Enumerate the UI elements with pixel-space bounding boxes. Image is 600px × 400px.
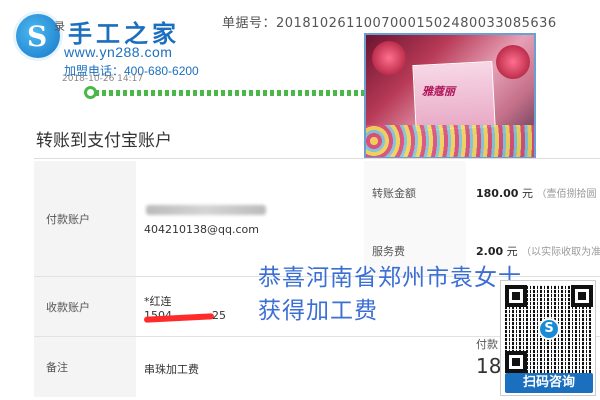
nav-crumb[interactable]: 录 <box>54 18 65 34</box>
rose-decoration <box>372 41 406 75</box>
progress-track <box>88 90 378 96</box>
brand-url: www.yn288.com <box>64 44 173 60</box>
remark-value: 串珠加工费 <box>144 363 199 376</box>
remark-label: 备注 <box>34 337 136 397</box>
beads-decoration <box>366 125 534 157</box>
page-title: 转账到支付宝账户 <box>36 131 172 151</box>
fee-unit: 元 <box>503 245 518 258</box>
logo-s-icon: S <box>27 20 48 53</box>
congrats-line-1: 恭喜河南省郑州市袁女士 <box>258 265 522 291</box>
fee-label: 服务费 <box>372 245 405 258</box>
payee-phone-tail: 25 <box>212 309 226 322</box>
masked-text <box>146 205 266 215</box>
payer-label: 付款账户 <box>34 161 136 276</box>
order-number: 单据号：20181026110070001502480033085636 <box>222 16 557 31</box>
amount-number: 180.00 <box>476 187 519 200</box>
rose-decoration <box>496 45 530 79</box>
divider <box>34 158 600 159</box>
congrats-line-2: 获得加工费 <box>258 298 378 324</box>
congrats-overlay: 恭喜河南省郑州市袁女士 获得加工费 <box>258 262 522 328</box>
fee-value: 2.00 元 （以实际收取为准 <box>476 243 600 259</box>
fee-number: 2.00 <box>476 245 504 258</box>
fee-hint: （以实际收取为准 <box>521 247 600 258</box>
scan-consult-button[interactable]: 扫码咨询 <box>505 373 593 393</box>
amount-unit: 元 <box>518 187 533 200</box>
qr-panel[interactable]: S 扫码咨询 <box>500 280 596 396</box>
qr-code-icon[interactable]: S <box>505 285 593 373</box>
product-photo: 雅蔻丽 <box>364 33 536 159</box>
amount-label: 转账金额 <box>372 187 416 200</box>
qr-finder <box>505 351 527 373</box>
total-label: 付款 <box>476 338 498 351</box>
payee-name: *红连 <box>144 295 172 308</box>
product-box-label: 雅蔻丽 <box>422 85 455 98</box>
total-amount: 18 <box>476 354 502 378</box>
payer-email: 404210138@qq.com <box>144 223 259 236</box>
qr-finder <box>571 285 593 307</box>
qr-logo-icon: S <box>538 318 560 340</box>
progress-start-dot <box>84 86 97 99</box>
amount-hint: （壹佰捌拾圆 <box>536 189 597 200</box>
table-row: 付款账户 404210138@qq.com 转账金额 180.00 元 （壹佰捌… <box>34 161 600 277</box>
payee-label: 收款账户 <box>34 277 136 336</box>
timestamp: 2018-10-26 14:17 <box>62 74 144 84</box>
qr-finder <box>505 285 527 307</box>
amount-value: 180.00 元 （壹佰捌拾圆 <box>476 185 596 201</box>
